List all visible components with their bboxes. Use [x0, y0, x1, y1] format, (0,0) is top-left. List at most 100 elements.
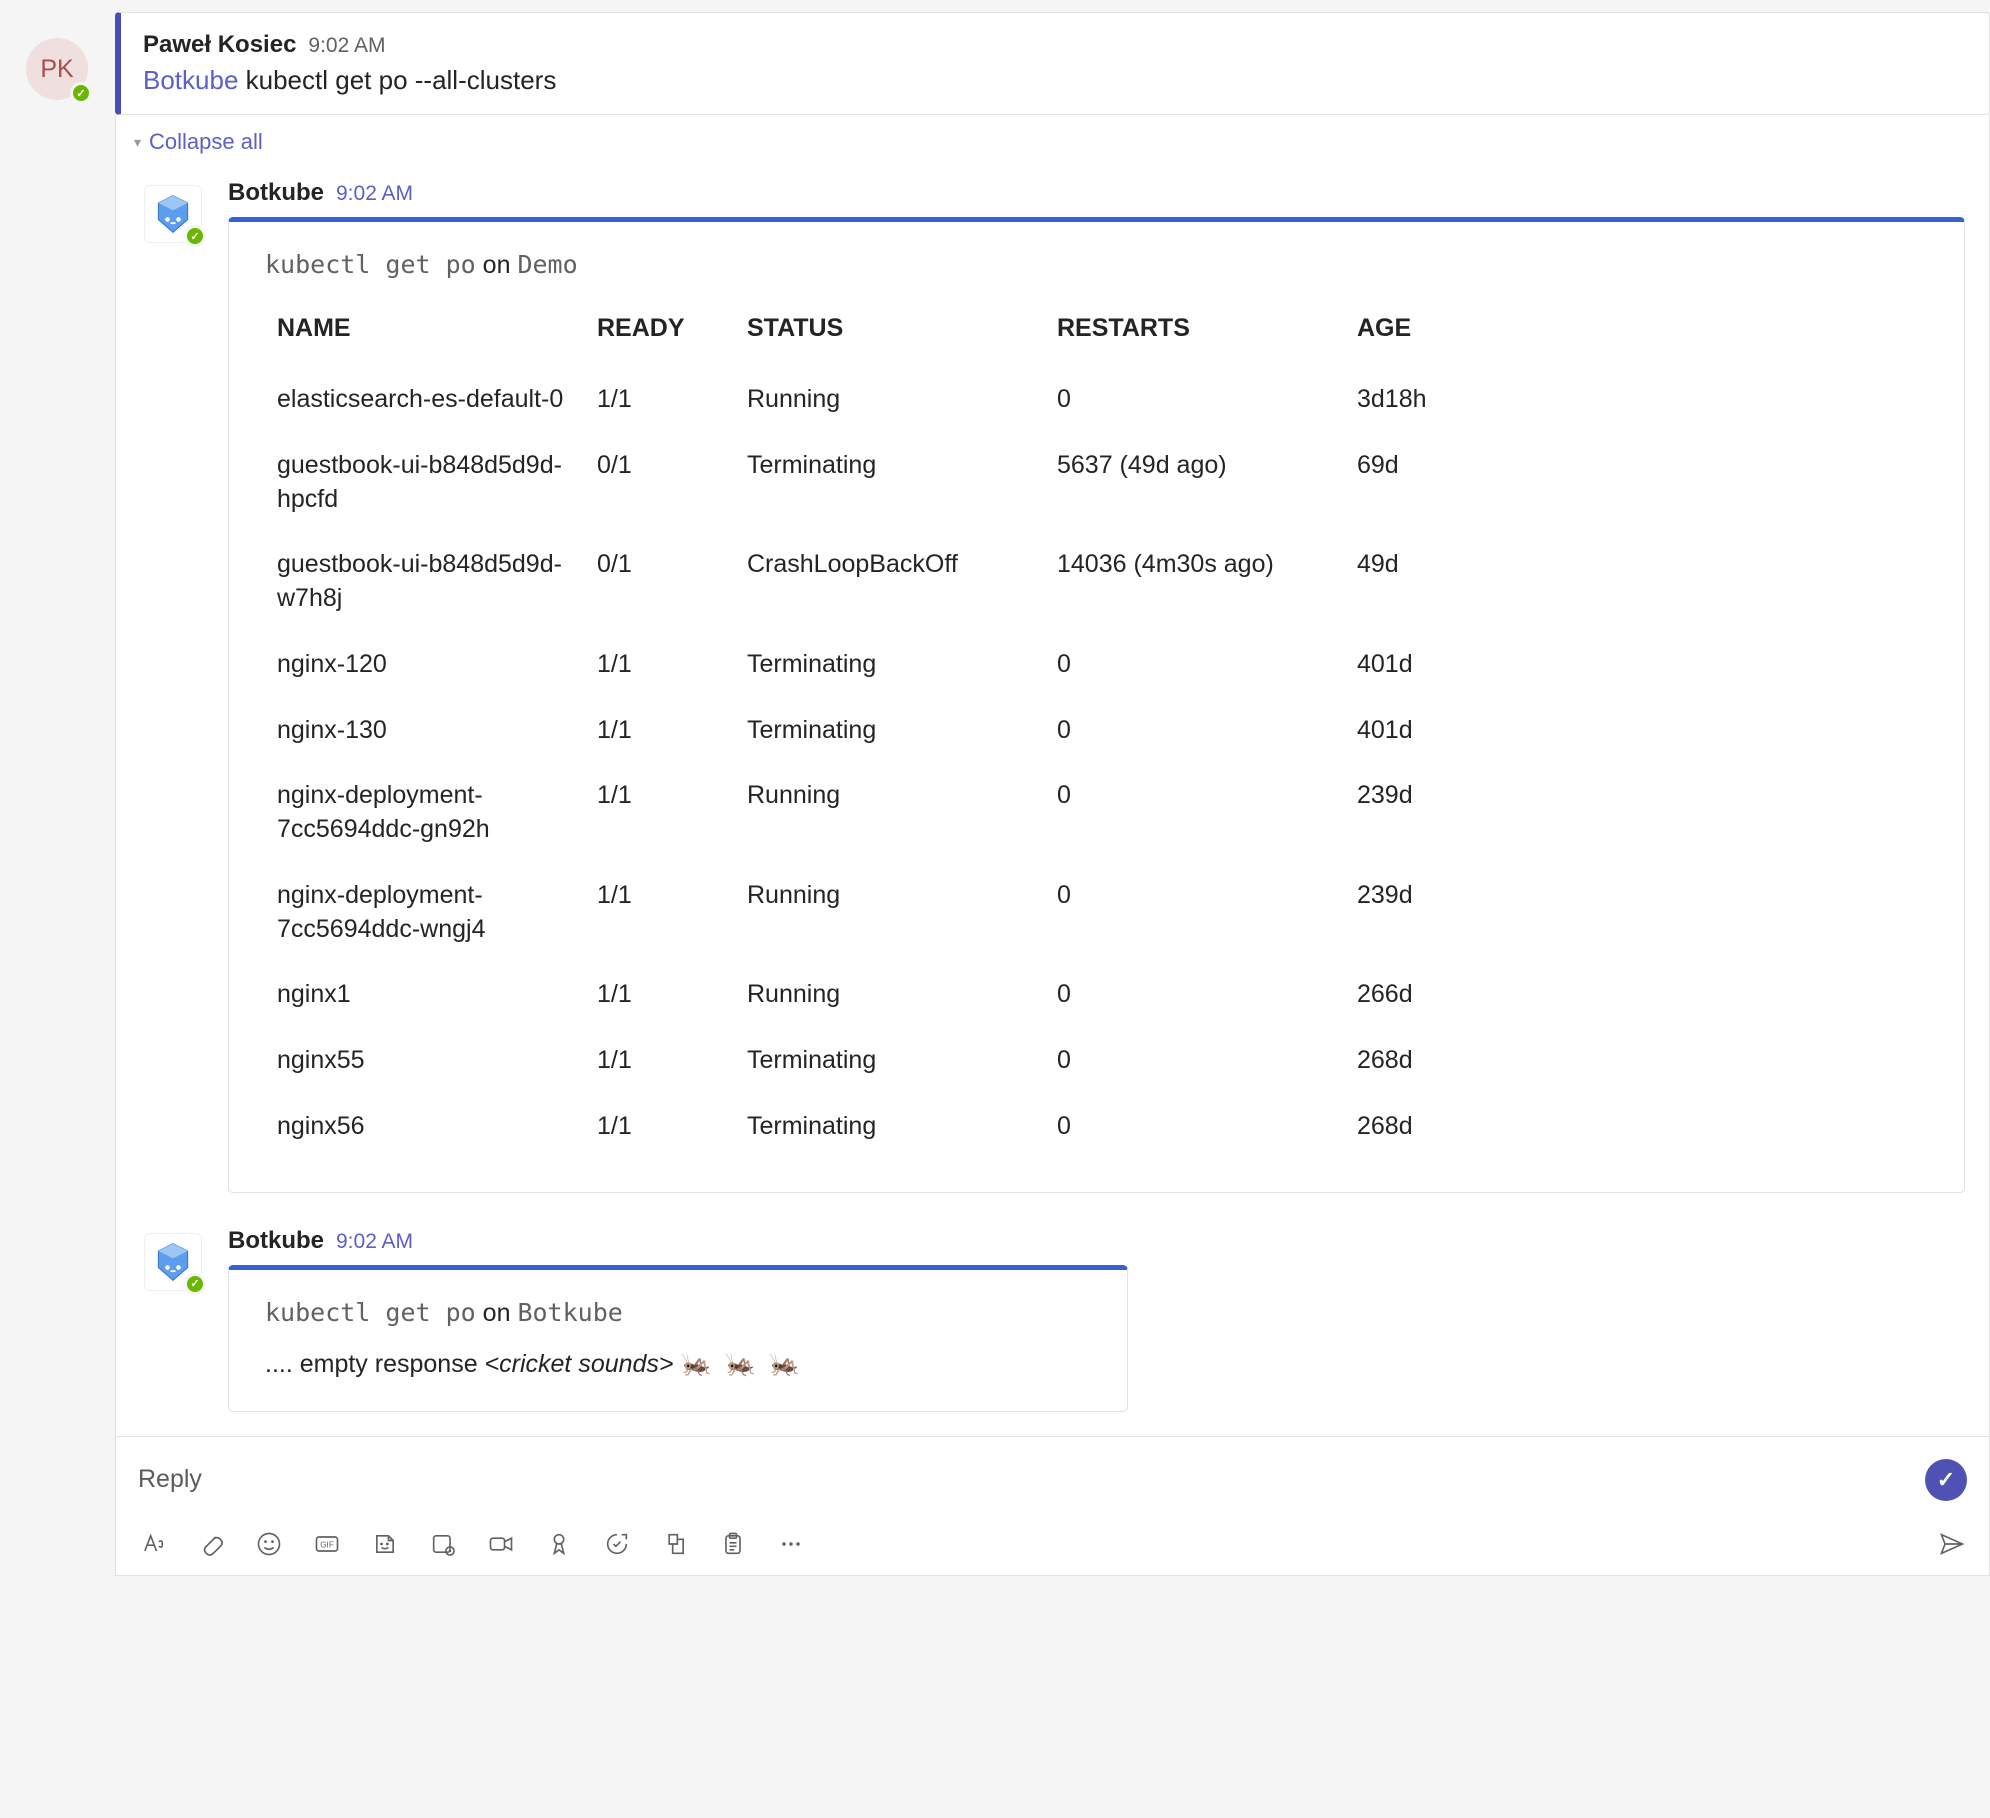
- approvals-icon[interactable]: [602, 1529, 632, 1559]
- table-row: guestbook-ui-b848d5d9d-w7h8j0/1CrashLoop…: [265, 532, 1928, 632]
- adaptive-card: kubectl get po on Botkube .... empty res…: [228, 1265, 1128, 1412]
- cell-restarts: 0: [1045, 1094, 1345, 1160]
- attach-icon[interactable]: [196, 1529, 226, 1559]
- table-row: nginx-1301/1Terminating0401d: [265, 698, 1928, 764]
- collapse-all-label: Collapse all: [149, 129, 263, 155]
- cell-ready: 1/1: [585, 863, 735, 963]
- user-avatar[interactable]: PK: [26, 38, 88, 100]
- thread-container: ▾ Collapse all Botkube: [115, 115, 1990, 1436]
- video-icon[interactable]: [486, 1529, 516, 1559]
- reply-author: Botkube: [228, 1227, 324, 1255]
- cell-status: Terminating: [735, 632, 1045, 698]
- cell-restarts: 0: [1045, 632, 1345, 698]
- cell-ready: 0/1: [585, 532, 735, 632]
- cell-status: Terminating: [735, 1094, 1045, 1160]
- sent-check-icon: [1925, 1459, 1967, 1501]
- sticker-icon[interactable]: [370, 1529, 400, 1559]
- cell-age: 3d18h: [1345, 367, 1928, 433]
- table-row: elasticsearch-es-default-01/1Running03d1…: [265, 367, 1928, 433]
- mention-link[interactable]: Botkube: [143, 65, 238, 95]
- message-author: Paweł Kosiec: [143, 31, 296, 59]
- cell-status: Running: [735, 367, 1045, 433]
- cell-age: 69d: [1345, 433, 1928, 533]
- table-row: nginx11/1Running0266d: [265, 962, 1928, 1028]
- reply-compose-box: Reply GIF: [115, 1436, 1990, 1576]
- presence-available-icon: [70, 82, 92, 104]
- cell-name: elasticsearch-es-default-0: [265, 367, 585, 433]
- empty-italic: <cricket sounds>: [485, 1350, 674, 1378]
- table-row: nginx-deployment-7cc5694ddc-wngj41/1Runn…: [265, 863, 1928, 963]
- cell-restarts: 0: [1045, 1028, 1345, 1094]
- presence-available-icon: [184, 1273, 206, 1295]
- cell-age: 239d: [1345, 863, 1928, 963]
- cell-name: nginx-120: [265, 632, 585, 698]
- cell-ready: 1/1: [585, 1028, 735, 1094]
- avatar-initials: PK: [40, 55, 73, 84]
- cell-ready: 1/1: [585, 632, 735, 698]
- cell-status: CrashLoopBackOff: [735, 532, 1045, 632]
- bot-reply-1: Botkube 9:02 AM kubectl get po on Demo N…: [116, 169, 1989, 1217]
- cell-ready: 1/1: [585, 367, 735, 433]
- cricket-emoji: 🦗 🦗 🦗: [681, 1350, 803, 1378]
- th-restarts: RESTARTS: [1045, 302, 1345, 367]
- cell-name: nginx55: [265, 1028, 585, 1094]
- cell-age: 239d: [1345, 763, 1928, 863]
- clipboard-icon[interactable]: [718, 1529, 748, 1559]
- cell-restarts: 0: [1045, 863, 1345, 963]
- cell-name: nginx-130: [265, 698, 585, 764]
- reply-author: Botkube: [228, 179, 324, 207]
- cell-restarts: 0: [1045, 367, 1345, 433]
- cell-status: Terminating: [735, 1028, 1045, 1094]
- message-command-text: kubectl get po --all-clusters: [246, 65, 557, 95]
- send-icon[interactable]: [1937, 1529, 1967, 1559]
- cell-restarts: 5637 (49d ago): [1045, 433, 1345, 533]
- cell-age: 49d: [1345, 532, 1928, 632]
- cell-name: nginx1: [265, 962, 585, 1028]
- th-name: NAME: [265, 302, 585, 367]
- viva-icon[interactable]: [660, 1529, 690, 1559]
- cell-age: 401d: [1345, 698, 1928, 764]
- cell-status: Running: [735, 863, 1045, 963]
- cell-restarts: 14036 (4m30s ago): [1045, 532, 1345, 632]
- cell-status: Running: [735, 962, 1045, 1028]
- cell-status: Terminating: [735, 433, 1045, 533]
- cell-name: nginx-deployment-7cc5694ddc-gn92h: [265, 763, 585, 863]
- cell-name: guestbook-ui-b848d5d9d-w7h8j: [265, 532, 585, 632]
- command-text: kubectl get po: [265, 1298, 476, 1327]
- presence-available-icon: [184, 225, 206, 247]
- reply-timestamp[interactable]: 9:02 AM: [336, 1230, 413, 1254]
- emoji-icon[interactable]: [254, 1529, 284, 1559]
- praise-icon[interactable]: [544, 1529, 574, 1559]
- cell-name: nginx56: [265, 1094, 585, 1160]
- loop-icon[interactable]: [428, 1529, 458, 1559]
- on-word: on: [483, 1299, 511, 1327]
- cell-age: 268d: [1345, 1028, 1928, 1094]
- format-icon[interactable]: [138, 1529, 168, 1559]
- command-text: kubectl get po: [265, 250, 476, 279]
- cluster-name: Demo: [517, 250, 577, 279]
- user-message[interactable]: Paweł Kosiec 9:02 AM Botkube kubectl get…: [115, 12, 1990, 115]
- table-row: nginx-deployment-7cc5694ddc-gn92h1/1Runn…: [265, 763, 1928, 863]
- cell-age: 401d: [1345, 632, 1928, 698]
- cell-ready: 1/1: [585, 763, 735, 863]
- cell-status: Running: [735, 763, 1045, 863]
- chevron-down-icon: ▾: [134, 134, 141, 151]
- th-age: AGE: [1345, 302, 1928, 367]
- table-row: nginx561/1Terminating0268d: [265, 1094, 1928, 1160]
- cell-name: nginx-deployment-7cc5694ddc-wngj4: [265, 863, 585, 963]
- table-row: nginx551/1Terminating0268d: [265, 1028, 1928, 1094]
- adaptive-card: kubectl get po on Demo NAME READY STATUS…: [228, 217, 1965, 1193]
- more-icon[interactable]: [776, 1529, 806, 1559]
- compose-toolbar: GIF: [138, 1529, 1967, 1559]
- collapse-all-button[interactable]: ▾ Collapse all: [116, 115, 1989, 169]
- cell-ready: 1/1: [585, 1094, 735, 1160]
- cell-ready: 0/1: [585, 433, 735, 533]
- reply-timestamp[interactable]: 9:02 AM: [336, 182, 413, 206]
- reply-input[interactable]: Reply: [138, 1465, 1925, 1494]
- gif-icon[interactable]: GIF: [312, 1529, 342, 1559]
- on-word: on: [483, 251, 511, 279]
- cell-status: Terminating: [735, 698, 1045, 764]
- table-row: guestbook-ui-b848d5d9d-hpcfd0/1Terminati…: [265, 433, 1928, 533]
- cell-name: guestbook-ui-b848d5d9d-hpcfd: [265, 433, 585, 533]
- message-timestamp: 9:02 AM: [308, 34, 385, 58]
